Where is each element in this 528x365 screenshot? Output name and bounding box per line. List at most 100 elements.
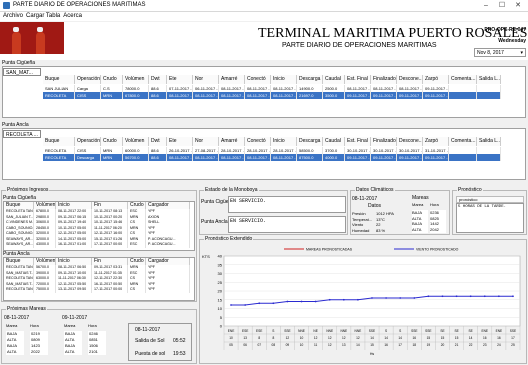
column-header[interactable]: Salida L... <box>477 75 501 84</box>
column-header[interactable]: Conectó <box>245 75 271 84</box>
table-row[interactable]: SAN JULIAN Carga C.S 78000.0 88.6 07-11-2017 … <box>43 85 501 92</box>
wind-kts-label: 14 <box>384 336 388 340</box>
column-header[interactable]: Descone... <box>397 75 423 84</box>
column-header[interactable]: Crudo <box>101 137 123 146</box>
column-header[interactable]: Volúmen <box>34 258 56 265</box>
marea-time: 2101 <box>88 349 106 355</box>
ingresos-ancla-table[interactable]: Buque Volúmen Inicio Fin Crudo Cargador RECOLE… <box>3 257 195 301</box>
table-cell: 08-11-2017 ... <box>195 154 219 161</box>
menu-acerca[interactable]: Acerca <box>63 12 82 21</box>
menu-archivo[interactable]: Archivo <box>3 12 23 21</box>
column-header[interactable]: Amarré <box>219 75 245 84</box>
column-header[interactable]: Descarga <box>297 75 323 84</box>
column-header[interactable]: Salida L... <box>477 137 501 146</box>
column-header[interactable]: Buque <box>4 202 34 209</box>
column-header[interactable]: Dwt <box>149 137 167 146</box>
column-header[interactable]: Cargador <box>146 258 190 265</box>
monoboya-ancla-text[interactable]: EN SERVICIO. <box>228 216 346 233</box>
column-header[interactable]: Conectó <box>245 137 271 146</box>
column-header[interactable]: Finalizado <box>371 75 397 84</box>
y-tick-label: 0 <box>220 324 223 329</box>
column-header[interactable]: Nor <box>193 75 219 84</box>
column-header[interactable]: Dwt <box>149 75 167 84</box>
column-header[interactable]: Crudo <box>128 202 146 209</box>
column-header[interactable]: Fin <box>92 258 128 265</box>
column-header[interactable]: Finalizado <box>371 137 397 146</box>
column-header[interactable]: Est. Final <box>345 137 371 146</box>
table-cell: 75000.0 <box>34 287 56 293</box>
column-header[interactable]: Operación <box>75 75 101 84</box>
ancla-table[interactable]: RECOLETA ... Buque Operación Crudo Volúmen Dw… <box>2 128 526 180</box>
column-header[interactable]: Volúmen <box>123 137 149 146</box>
column-header[interactable]: Crudo <box>101 75 123 84</box>
wind-dir-label: S <box>272 329 274 333</box>
pronostico-text[interactable]: 5 HORAS DE LA TARDE. <box>456 203 524 233</box>
column-header[interactable]: Comenta... <box>449 75 477 84</box>
table-cell: 08-11-2017 ... <box>347 85 371 92</box>
table-cell: 09-11-2017 ... <box>399 154 423 161</box>
table-cell: 08-11-2017 ... <box>273 154 297 161</box>
column-header[interactable]: Ete <box>167 75 193 84</box>
column-header[interactable]: Buque <box>43 75 75 84</box>
table-row[interactable]: RECOLETA CISS MRN 67800.0 88.6 08-11-2017 ...… <box>43 92 501 99</box>
minimize-button[interactable]: – <box>478 1 494 10</box>
clima-title: Datos Climáticos <box>355 187 395 193</box>
day-label: 23 <box>483 343 487 347</box>
column-header[interactable]: Descarga <box>297 137 323 146</box>
table-row[interactable]: RECOLETA Descarga MRN 56700.0 88.6 08-11-2017… <box>43 154 501 161</box>
cigueña-table[interactable]: SAN_MAT... Buque Operación Crudo Volúmen Dwt E… <box>2 66 526 118</box>
table-cell: Carga <box>75 85 101 92</box>
y-tick-label: 5 <box>220 315 223 320</box>
maximize-button[interactable]: ☐ <box>494 1 510 10</box>
column-header[interactable]: Crudo <box>128 258 146 265</box>
column-header[interactable]: Zarpó <box>423 137 449 146</box>
table-cell: 08-11-2017 ... <box>247 154 271 161</box>
column-header[interactable]: Est. Final <box>345 75 371 84</box>
column-header[interactable]: Comenta... <box>449 137 477 146</box>
pronostico-header: pronóstico <box>456 196 524 203</box>
column-header[interactable]: Buque <box>43 137 75 146</box>
wind-dir-label: SE <box>454 329 458 333</box>
ingresos-cig-table[interactable]: Buque Volúmen Inicio Fin Crudo Cargador RECOLE… <box>3 201 195 251</box>
day-label: 06 <box>243 343 247 347</box>
column-header[interactable]: Inicio <box>56 202 92 209</box>
column-header[interactable]: Volúmen <box>123 75 149 84</box>
row-header-select[interactable]: SAN_MAT... <box>3 68 41 76</box>
table-cell: MRN <box>101 147 123 154</box>
row-header-select[interactable]: RECOLETA ... <box>3 130 41 138</box>
column-header[interactable]: Inicio <box>271 137 297 146</box>
menu-cargar-tabla[interactable]: Cargar Tabla <box>26 12 60 21</box>
table-cell: 56700.0 <box>123 154 149 161</box>
column-header[interactable]: Fin <box>92 202 128 209</box>
wind-dir-label: NNE <box>298 329 305 333</box>
column-header[interactable]: Inicio <box>271 75 297 84</box>
column-header[interactable]: Buque <box>4 258 34 265</box>
table-cell: 88.6 <box>149 92 167 99</box>
date-picker[interactable]: Nov 8, 2017 ▾ <box>474 48 526 57</box>
wind-dir-label: ENE <box>481 329 488 333</box>
wind-kts-label: 10 <box>229 336 233 340</box>
monoboya-title: Estado de la Monoboya <box>204 187 259 193</box>
column-header[interactable]: Caudal <box>323 75 345 84</box>
column-header[interactable]: Cargador <box>146 202 190 209</box>
column-header[interactable]: Amarré <box>219 137 245 146</box>
column-header[interactable]: Zarpó <box>423 75 449 84</box>
column-header[interactable]: Operación <box>75 137 101 146</box>
column-header[interactable]: Ete <box>167 137 193 146</box>
table-row[interactable]: RECOLETA CISS MRN 60000.0 88.6 26-10-2017 ...… <box>43 147 501 154</box>
table-cell: Descarga <box>75 154 101 161</box>
wind-kts-label: 17 <box>511 336 515 340</box>
column-header[interactable]: Caudal <box>323 137 345 146</box>
close-button[interactable]: ✕ <box>510 1 526 10</box>
viento-point <box>455 295 458 298</box>
day-label: 07 <box>257 343 261 347</box>
sun-date: 08-11-2017 <box>135 327 161 333</box>
column-header[interactable]: Volúmen <box>34 202 56 209</box>
column-header[interactable]: Descone... <box>397 137 423 146</box>
table-cell: 08-11-2017 ... <box>221 85 245 92</box>
clima-hora-col: Hora <box>430 202 439 207</box>
column-header[interactable]: Inicio <box>56 258 92 265</box>
column-header[interactable]: Nor <box>193 137 219 146</box>
monoboya-cig-text[interactable]: EN SERVICIO. <box>228 196 346 213</box>
table-cell: 08-11-2017 ... <box>273 85 297 92</box>
